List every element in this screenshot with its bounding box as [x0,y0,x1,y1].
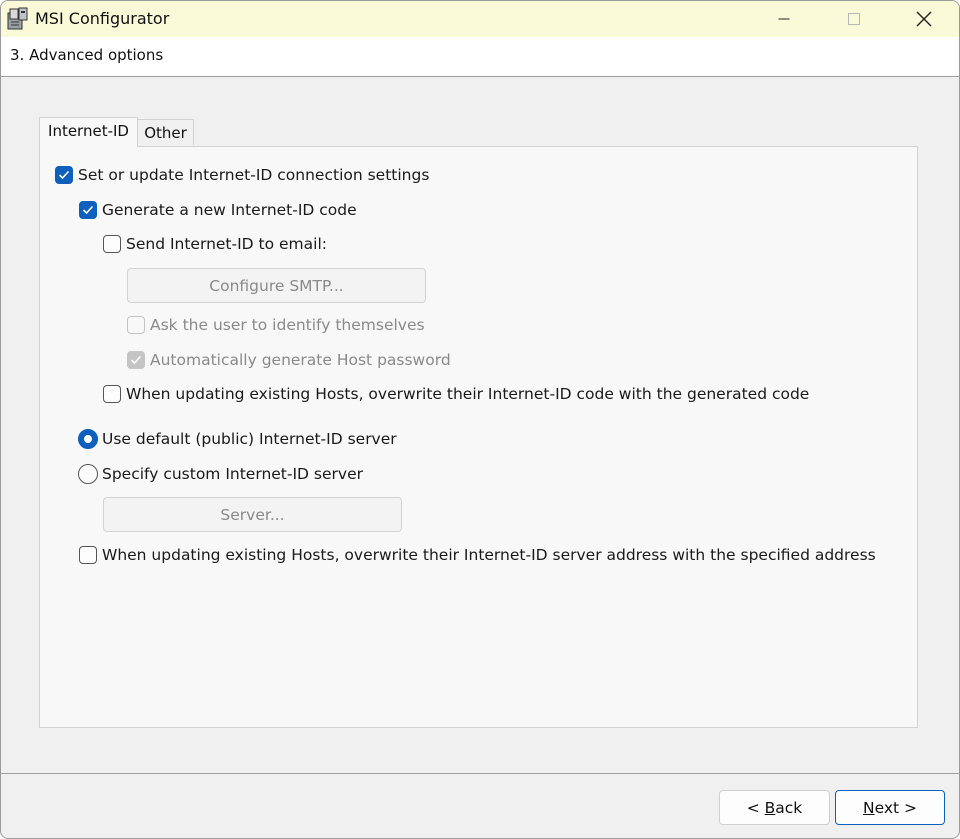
custom-server-option[interactable]: Specify custom Internet-ID server [78,464,363,484]
overwrite-server-option[interactable]: When updating existing Hosts, overwrite … [79,546,876,564]
overwrite-code-checkbox[interactable] [103,385,121,403]
custom-server-radio[interactable] [78,464,98,484]
back-button-rest: ack [775,798,803,817]
next-button[interactable]: Next > [835,790,945,825]
configure-smtp-button[interactable]: Configure SMTP... [127,268,426,303]
set-or-update-checkbox[interactable] [55,166,73,184]
send-email-checkbox[interactable] [103,235,121,253]
default-server-option[interactable]: Use default (public) Internet-ID server [78,429,397,449]
wizard-header: 3. Advanced options [1,37,959,77]
checkmark-icon [82,205,94,215]
installer-box-icon [7,7,29,31]
generate-code-option[interactable]: Generate a new Internet-ID code [79,201,357,219]
set-or-update-option[interactable]: Set or update Internet-ID connection set… [55,166,429,184]
maximize-icon [848,13,860,25]
ask-identify-option[interactable]: Ask the user to identify themselves [127,316,425,334]
minimize-button[interactable] [749,1,819,37]
step-title: 3. Advanced options [10,46,164,64]
default-server-radio[interactable] [78,429,98,449]
overwrite-code-label: When updating existing Hosts, overwrite … [126,385,810,403]
overwrite-code-option[interactable]: When updating existing Hosts, overwrite … [103,385,809,403]
tab-internet-id[interactable]: Internet-ID [39,117,138,147]
send-email-option[interactable]: Send Internet-ID to email: [103,235,327,253]
set-or-update-label: Set or update Internet-ID connection set… [78,166,430,184]
next-button-mnemonic: N [862,798,875,817]
back-button[interactable]: < Back [719,790,830,825]
default-server-label: Use default (public) Internet-ID server [102,430,397,448]
overwrite-server-label: When updating existing Hosts, overwrite … [102,546,876,564]
tab-other[interactable]: Other [138,119,194,145]
generate-code-label: Generate a new Internet-ID code [102,201,357,219]
back-button-mnemonic: B [764,798,776,817]
generate-code-checkbox[interactable] [79,201,97,219]
auto-password-option[interactable]: Automatically generate Host password [127,351,451,369]
footer-separator [1,773,959,774]
auto-password-checkbox[interactable] [127,351,145,369]
auto-password-label: Automatically generate Host password [150,351,451,369]
next-button-rest: ext > [874,798,918,817]
server-button[interactable]: Server... [103,497,402,532]
checkmark-icon [58,170,70,180]
back-button-prefix: < [746,798,765,817]
custom-server-label: Specify custom Internet-ID server [102,465,363,483]
close-button[interactable] [889,1,959,37]
title-bar[interactable]: MSI Configurator [1,1,959,37]
maximize-button[interactable] [819,1,889,37]
ask-identify-checkbox[interactable] [127,316,145,334]
checkmark-icon [130,355,142,365]
close-icon [916,11,932,27]
msi-configurator-window: MSI Configurator 3. Advanced options Int… [0,0,960,839]
window-title: MSI Configurator [35,9,170,28]
ask-identify-label: Ask the user to identify themselves [150,316,425,334]
send-email-label: Send Internet-ID to email: [126,235,327,253]
overwrite-server-checkbox[interactable] [79,546,97,564]
minimize-icon [778,18,790,20]
